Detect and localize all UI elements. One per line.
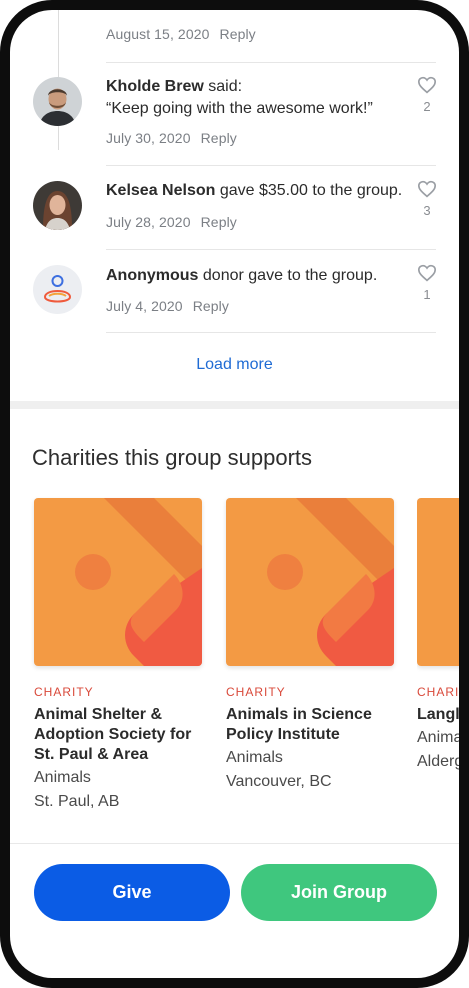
like-button[interactable]: 2 xyxy=(415,76,439,114)
anonymous-donor-icon xyxy=(43,275,72,303)
avatar xyxy=(33,265,82,314)
divider xyxy=(106,165,436,166)
charity-kicker: CHARI xyxy=(417,685,459,699)
like-button[interactable]: 3 xyxy=(415,180,439,218)
comment-date: August 15, 2020 xyxy=(106,26,210,42)
like-count: 2 xyxy=(423,99,431,114)
charity-name: Animal Shelter & Adoption Society for St… xyxy=(34,706,192,763)
like-count: 3 xyxy=(423,203,431,218)
divider xyxy=(106,62,436,63)
join-group-button[interactable]: Join Group xyxy=(241,864,437,921)
section-separator xyxy=(10,401,459,409)
divider xyxy=(106,249,436,250)
heart-icon xyxy=(417,76,437,94)
divider xyxy=(106,332,436,333)
charity-card[interactable]: CHARITY Animals in Science Policy Instit… xyxy=(226,498,394,793)
reply-link[interactable]: Reply xyxy=(201,214,237,230)
comment-action: gave $35.00 to the group. xyxy=(219,182,403,199)
reply-link[interactable]: Reply xyxy=(193,298,229,314)
reply-link[interactable]: Reply xyxy=(219,26,255,42)
charity-category: Animals xyxy=(226,749,283,766)
charity-location: Alderg xyxy=(417,753,459,770)
phone-frame: August 15, 2020 Reply Kholde Brew said: “… xyxy=(0,0,469,988)
comment-action: donor gave to the group. xyxy=(202,267,378,284)
charity-kicker: CHARITY xyxy=(34,685,94,699)
charity-kicker: CHARITY xyxy=(226,685,286,699)
screen: August 15, 2020 Reply Kholde Brew said: “… xyxy=(10,10,459,978)
charity-placeholder-icon xyxy=(226,498,394,666)
commenter-name: Anonymous xyxy=(106,267,199,284)
heart-icon xyxy=(417,180,437,198)
comment-text: Kholde Brew said: “Keep going with the a… xyxy=(106,76,416,120)
section-title: Charities this group supports xyxy=(32,445,313,470)
charity-placeholder-icon xyxy=(417,498,459,666)
charity-image xyxy=(226,498,394,666)
like-button[interactable]: 1 xyxy=(415,264,439,302)
comment-date: July 28, 2020 xyxy=(106,214,191,230)
charity-location: St. Paul, AB xyxy=(34,793,120,810)
commenter-name[interactable]: Kholde Brew xyxy=(106,78,204,95)
commenter-name[interactable]: Kelsea Nelson xyxy=(106,182,215,199)
charity-card[interactable]: CHARITY Animal Shelter & Adoption Societ… xyxy=(34,498,202,813)
comment-meta: July 4, 2020 Reply xyxy=(106,298,229,314)
person-photo-icon xyxy=(33,77,82,126)
charity-category: Anima xyxy=(417,729,459,746)
charity-image xyxy=(34,498,202,666)
comment-message: “Keep going with the awesome work!” xyxy=(106,100,373,117)
avatar[interactable] xyxy=(33,77,82,126)
charity-placeholder-icon xyxy=(34,498,202,666)
charity-card[interactable]: CHARI Langl Protec Anima Alderg xyxy=(417,498,459,773)
charity-name: Langl Protec xyxy=(417,706,459,723)
like-count: 1 xyxy=(423,287,431,302)
comment-meta: July 28, 2020 Reply xyxy=(106,214,237,230)
avatar[interactable] xyxy=(33,181,82,230)
reply-link[interactable]: Reply xyxy=(201,130,237,146)
person-photo-icon xyxy=(33,181,82,230)
comment-text: Anonymous donor gave to the group. xyxy=(106,265,416,287)
bottom-bar-separator xyxy=(10,843,459,844)
comment-meta: August 15, 2020 Reply xyxy=(106,26,256,42)
heart-icon xyxy=(417,264,437,282)
comment-date: July 4, 2020 xyxy=(106,298,183,314)
load-more-link[interactable]: Load more xyxy=(10,356,459,374)
give-button[interactable]: Give xyxy=(34,864,230,921)
charity-name: Animals in Science Policy Institute xyxy=(226,706,372,743)
charity-location: Vancouver, BC xyxy=(226,773,332,790)
comment-meta: July 30, 2020 Reply xyxy=(106,130,237,146)
comment-action: said: xyxy=(208,78,243,95)
comment-text: Kelsea Nelson gave $35.00 to the group. xyxy=(106,180,418,202)
charity-category: Animals xyxy=(34,769,91,786)
comment-date: July 30, 2020 xyxy=(106,130,191,146)
charity-image xyxy=(417,498,459,666)
